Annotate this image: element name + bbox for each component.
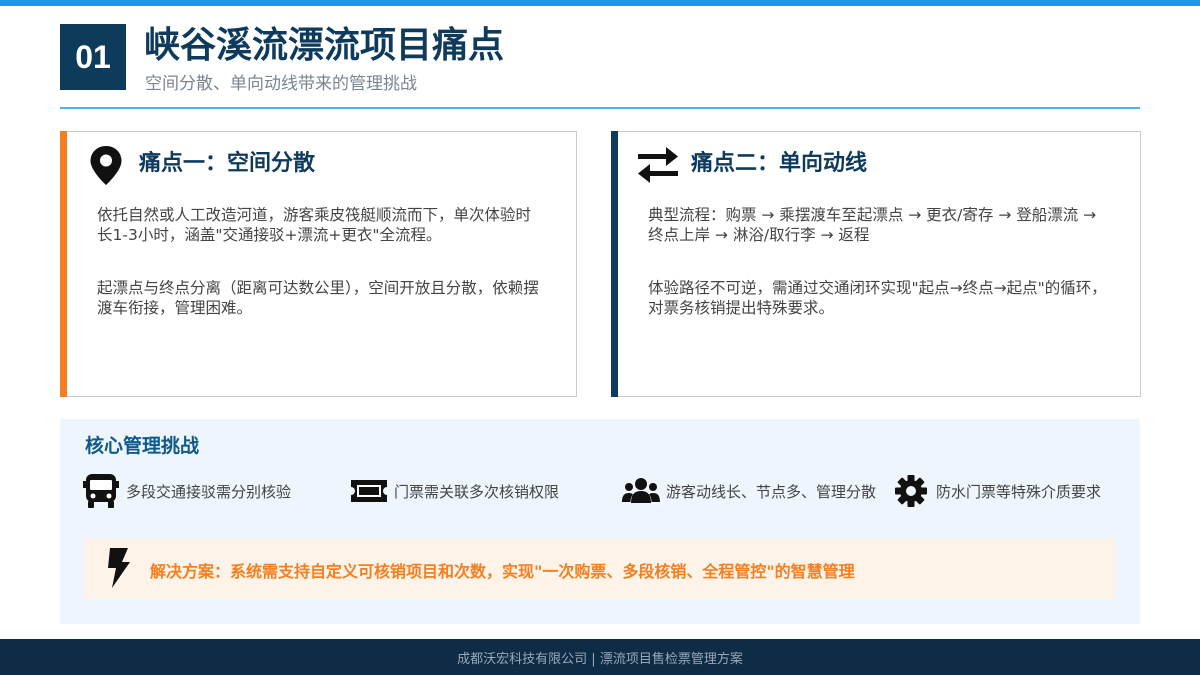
swap-arrows-icon bbox=[636, 144, 678, 186]
footer-text: 成都沃宏科技有限公司 | 漂流项目售检票管理方案 bbox=[457, 651, 743, 667]
lightning-icon bbox=[104, 546, 134, 590]
card-accent-bar bbox=[611, 131, 618, 397]
section-number-badge: 01 bbox=[60, 24, 126, 90]
footer-bar: 成都沃宏科技有限公司 | 漂流项目售检票管理方案 bbox=[0, 639, 1200, 675]
core-title: 核心管理挑战 bbox=[85, 435, 200, 457]
solution-text: 解决方案：系统需支持自定义可核销项目和次数，实现"一次购票、多段核销、全程管控"… bbox=[150, 562, 855, 581]
page-title: 峡谷溪流漂流项目痛点 bbox=[144, 25, 505, 66]
ticket-icon bbox=[350, 472, 388, 510]
top-accent-bar bbox=[0, 0, 1200, 6]
challenge-text: 多段交通接驳需分别核验 bbox=[126, 482, 292, 501]
challenge-item: 游客动线长、节点多、管理分散 bbox=[622, 471, 876, 511]
challenge-text: 游客动线长、节点多、管理分散 bbox=[666, 482, 877, 501]
challenge-item: 多段交通接驳需分别核验 bbox=[82, 471, 291, 511]
challenge-text: 防水门票等特殊介质要求 bbox=[936, 482, 1102, 501]
header-divider bbox=[60, 107, 1140, 109]
card-title: 痛点一：空间分散 bbox=[139, 151, 316, 176]
pain-point-card-space: 痛点一：空间分散 依托自然或人工改造河道，游客乘皮筏艇顺流而下，单次体验时长1-… bbox=[60, 131, 577, 397]
bus-icon bbox=[82, 472, 120, 510]
core-challenges-panel: 核心管理挑战 多段交通接驳需分别核验 门票需关联多次核销权限 游客动线长、节点多… bbox=[60, 419, 1140, 624]
card-accent-bar bbox=[60, 131, 67, 397]
gear-icon bbox=[892, 472, 930, 510]
card-paragraph: 起漂点与终点分离（距离可达数公里），空间开放且分散，依赖摆渡车衔接，管理困难。 bbox=[97, 279, 539, 317]
challenge-text: 门票需关联多次核销权限 bbox=[394, 482, 560, 501]
pain-point-card-flow: 痛点二：单向动线 典型流程：购票 → 乘摆渡车至起漂点 → 更衣/寄存 → 登船… bbox=[611, 131, 1141, 397]
solution-box: 解决方案：系统需支持自定义可核销项目和次数，实现"一次购票、多段核销、全程管控"… bbox=[84, 539, 1115, 599]
challenge-item: 门票需关联多次核销权限 bbox=[350, 471, 559, 511]
card-title: 痛点二：单向动线 bbox=[691, 151, 868, 176]
users-icon bbox=[622, 472, 660, 510]
map-pin-icon bbox=[85, 144, 127, 186]
challenge-item: 防水门票等特殊介质要求 bbox=[892, 471, 1101, 511]
card-paragraph: 依托自然或人工改造河道，游客乘皮筏艇顺流而下，单次体验时长1-3小时，涵盖"交通… bbox=[97, 206, 532, 244]
card-paragraph: 典型流程：购票 → 乘摆渡车至起漂点 → 更衣/寄存 → 登船漂流 → 终点上岸… bbox=[648, 206, 1097, 244]
page-subtitle: 空间分散、单向动线带来的管理挑战 bbox=[145, 74, 417, 94]
card-paragraph: 体验路径不可逆，需通过交通闭环实现"起点→终点→起点"的循环，对票务核销提出特殊… bbox=[648, 279, 1107, 317]
